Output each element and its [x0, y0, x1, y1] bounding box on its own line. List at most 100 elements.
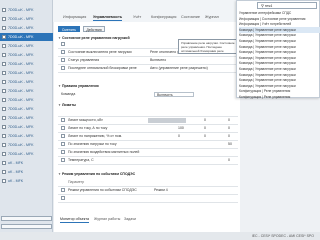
spods-row-checkbox[interactable]: [61, 188, 65, 192]
sidebar-item[interactable]: 7D0D-uK - MFK: [0, 42, 53, 50]
tab-control[interactable]: Управляемость: [93, 13, 123, 21]
device-icon: [2, 53, 6, 57]
limit-row-checkbox[interactable]: [61, 134, 65, 138]
relay-row-name: Последнее оптимальной блокировки реле: [68, 66, 137, 70]
divider: [58, 124, 238, 125]
divider: [58, 72, 238, 73]
sidebar-item[interactable]: 7D0D-uK - MFK: [0, 114, 53, 122]
relay-row-name: Статус управления: [68, 58, 100, 62]
chevron-down-icon[interactable]: ▼: [58, 103, 61, 107]
section-limits-label: Лимиты: [61, 103, 77, 107]
limit-row-name: Температура, С: [68, 158, 94, 162]
relay-row-checkbox[interactable]: [61, 50, 65, 54]
sidebar-item-label: 7D0D-uK - MFK: [8, 35, 34, 39]
search-input[interactable]: ⚲ res4: [257, 2, 317, 9]
tab-journal[interactable]: Журнал: [205, 13, 219, 21]
sidebar-item[interactable]: 7D0D-uK - MFK: [0, 69, 53, 77]
status-bar: IEC - CESI* SPODEC - AMI CESI* SPO: [0, 232, 320, 240]
status-text: IEC - CESI* SPODEC - AMI CESI* SPO: [251, 234, 314, 238]
actions-button[interactable]: Действия: [83, 26, 105, 32]
sidebar-item-label: 7D0D-uK - MFK: [8, 8, 34, 12]
limit-row-checkbox[interactable]: [61, 118, 65, 122]
divider: [58, 164, 238, 165]
sidebar-item-label: 7D0D-uK - MFK: [8, 143, 34, 147]
sidebar-item[interactable]: 7D0D-uK - MFK: [0, 105, 53, 113]
tab-work-journal[interactable]: Журнал работы: [94, 216, 120, 223]
relay-header-checkbox[interactable]: [61, 42, 65, 46]
sidebar-item[interactable]: 7D0D-uK - MFK: [0, 150, 53, 158]
tab-state[interactable]: Состояние: [181, 13, 200, 21]
rules-command-select[interactable]: Включить: [154, 92, 194, 97]
sidebar-search-field[interactable]: [1, 224, 52, 229]
device-icon: [2, 44, 6, 48]
section-limits-title: ▼ Лимиты: [58, 103, 76, 108]
limit-value-bar: [148, 118, 186, 123]
sidebar-item[interactable]: 7D0D-uK - MFK: [0, 15, 53, 23]
tab-tasks[interactable]: Задачи: [124, 216, 136, 223]
divider: [58, 132, 238, 133]
sidebar-item-label: 7D0D-uK - MFK: [8, 125, 34, 129]
device-icon: [2, 161, 6, 165]
spods-row-name: Режим управления по событиям СПОДЭС: [68, 188, 137, 192]
device-icon: [2, 26, 6, 30]
dropdown-item[interactable]: Конфигурация | Реле управления: [239, 94, 320, 100]
chevron-down-icon[interactable]: ▼: [58, 84, 61, 88]
sidebar-item-label: 7D0D-uK - MFK: [8, 89, 34, 93]
sidebar-item[interactable]: 7D0D-uK - MFK: [0, 123, 53, 131]
sidebar-item[interactable]: 7D0D-uK - MFK: [0, 78, 53, 86]
limit-row-checkbox[interactable]: [61, 142, 65, 146]
limit-row-checkbox[interactable]: [61, 158, 65, 162]
tab-metering[interactable]: Учёт: [133, 13, 141, 21]
spods-row-value[interactable]: Режим 4: [154, 188, 168, 193]
tab-object-monitor[interactable]: Монитор объекта: [60, 216, 90, 223]
limit-row-checkbox[interactable]: [61, 126, 65, 130]
limit-row-v1: 100: [178, 126, 184, 130]
sidebar-item-label: 7D0D-uK - MFK: [8, 71, 34, 75]
divider: [58, 202, 238, 203]
divider: [58, 156, 238, 157]
divider: [58, 64, 238, 65]
relay-row-checkbox[interactable]: [61, 66, 65, 70]
sidebar-item[interactable]: 7D0D-uK - MFK: [0, 87, 53, 95]
sidebar-item[interactable]: 7D0D-uK - MFK: [0, 60, 53, 68]
sidebar-item[interactable]: uK - MFK: [0, 177, 53, 185]
sidebar-item[interactable]: 7D0D-uK - MFK: [0, 33, 53, 41]
tab-info[interactable]: Информация: [63, 13, 86, 21]
command-dropdown: ⚲ res4 Управление интерфейсами СПДС Инфор…: [236, 0, 320, 100]
spods-column-header: Параметр: [68, 180, 85, 184]
sidebar-item[interactable]: 7D0D-uK - MFK: [0, 24, 53, 32]
change-button[interactable]: Сменить: [58, 26, 80, 32]
limit-row-v1: 0: [178, 134, 180, 138]
divider: [58, 140, 238, 141]
sidebar-item[interactable]: 7D0D-uK - MFK: [0, 132, 53, 140]
sidebar-item[interactable]: uK - MFK: [0, 168, 53, 176]
device-icon: [2, 143, 6, 147]
sidebar-item-label: 7D0D-uK - MFK: [8, 152, 34, 156]
sidebar-item[interactable]: 7D0D-uK - MFK: [0, 6, 53, 14]
sidebar-filter-field[interactable]: [1, 216, 52, 221]
sidebar-item[interactable]: uK - MFK: [0, 159, 53, 167]
limit-row-v2: 0: [204, 134, 206, 138]
spods-row-checkbox[interactable]: [61, 196, 65, 200]
sidebar-item-label: 7D0D-uK - MFK: [8, 98, 34, 102]
relay-row-value: Авто (управление реле разрешено): [150, 66, 208, 70]
right-pane: [240, 98, 320, 240]
sidebar-item-label: 7D0D-uK - MFK: [8, 53, 34, 57]
limit-row-name: Лимит по току, А по току: [68, 126, 108, 130]
limit-row-name: Лимит по напряжению, % от ном.: [68, 134, 123, 138]
tooltip: Управление реле нагрузки. Состояние реле…: [178, 39, 238, 54]
sidebar-item-label: uK - MFK: [8, 170, 24, 174]
relay-row-checkbox[interactable]: [61, 58, 65, 62]
device-icon: [2, 98, 6, 102]
rules-command-label: Команда: [61, 92, 76, 96]
sidebar-item[interactable]: 7D0D-uK - MFK: [0, 141, 53, 149]
section-spods-title: ▼ Режим управления по событиям СПОДЭС: [58, 172, 135, 177]
sidebar-item[interactable]: 7D0D-uK - MFK: [0, 96, 53, 104]
tab-config[interactable]: Конфигурация: [151, 13, 176, 21]
sidebar-item-label: 7D0D-uK - MFK: [8, 44, 34, 48]
device-icon: [2, 71, 6, 75]
sidebar-item[interactable]: 7D0D-uK - MFK: [0, 51, 53, 59]
chevron-down-icon[interactable]: ▼: [58, 36, 61, 40]
limit-row-checkbox[interactable]: [61, 150, 65, 154]
chevron-down-icon[interactable]: ▼: [58, 172, 61, 176]
